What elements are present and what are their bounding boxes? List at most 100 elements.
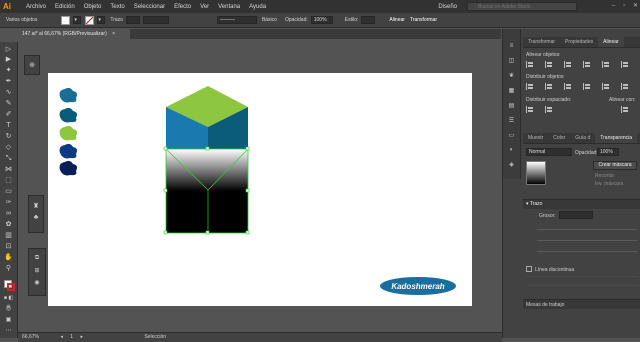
swatches-icon[interactable]: ▦ (503, 87, 520, 94)
type-tool-icon[interactable]: T (3, 121, 14, 130)
libraries-icon[interactable]: ⊕ (25, 56, 39, 76)
shape-builder-icon[interactable]: ⬚ (3, 176, 14, 185)
graphic-style-field[interactable] (361, 16, 376, 24)
stroke-swatch[interactable] (85, 15, 95, 25)
maximize-icon[interactable]: ▫ (620, 2, 629, 11)
pen-tool-icon[interactable]: ✒ (3, 77, 14, 86)
swatch-blob-1[interactable] (59, 87, 77, 103)
transform-link[interactable]: Transformar (410, 17, 437, 23)
fill-dropdown[interactable]: ▾ (73, 16, 82, 24)
tab-transparencia[interactable]: Transparencia (595, 133, 638, 143)
distribute-hcenter-icon[interactable] (602, 83, 610, 90)
cube-illustration[interactable] (163, 86, 250, 235)
menu-archivo[interactable]: Archivo (26, 4, 46, 10)
layers-panel-icon[interactable]: ◈ (503, 161, 520, 168)
transparency-panel-icon[interactable]: ◐ (503, 147, 520, 153)
magic-wand-icon[interactable]: ✦ (3, 66, 14, 75)
artboards-panel-header[interactable]: Mesas de trabajo (523, 299, 640, 309)
menu-objeto[interactable]: Objeto (84, 4, 102, 10)
swatch-blob-2[interactable] (59, 107, 77, 123)
draw-mode-icon[interactable]: ◎ (3, 305, 14, 314)
document-tab[interactable]: 147.ai* al 66,67% (RGB/Previsualizar) × (18, 29, 130, 39)
align-link[interactable]: Alinear (389, 17, 405, 23)
clubs-icon[interactable]: ♣ (29, 214, 43, 221)
tab-guia[interactable]: Guía d (570, 133, 595, 143)
align-to-selection-icon[interactable] (621, 106, 629, 113)
stroke-panel-header[interactable]: ▾ Trazo (523, 200, 640, 209)
paintbrush-icon[interactable]: ✎ (3, 99, 14, 108)
appearance-icon[interactable]: ◉ (29, 279, 45, 286)
eyedropper-icon[interactable]: ✑ (3, 198, 14, 207)
stock-search-input[interactable] (467, 2, 577, 11)
transparency-opacity-field[interactable]: 100% (597, 148, 619, 156)
scale-tool-icon[interactable]: ⤡ (3, 154, 14, 163)
gradient-tool-icon[interactable]: ▭ (3, 187, 14, 196)
zoom-level[interactable]: 66,67% (22, 334, 39, 340)
menu-seleccionar[interactable]: Seleccionar (134, 4, 165, 10)
menu-ver[interactable]: Ver (200, 4, 209, 10)
artboard[interactable]: Kadoshmerah (48, 73, 472, 306)
distribute-right-icon[interactable] (621, 83, 629, 90)
swatch-blob-5[interactable] (59, 160, 77, 176)
align-bottom-icon[interactable] (621, 61, 629, 68)
symbols-icon[interactable]: ♜ (29, 202, 43, 210)
brand-logo-ellipse[interactable]: Kadoshmerah (380, 277, 456, 295)
stroke-color-icon[interactable] (7, 283, 15, 291)
menu-edicion[interactable]: Edición (55, 4, 75, 10)
column-graph-icon[interactable]: ▥ (3, 231, 14, 240)
swatch-blob-4[interactable] (59, 143, 77, 159)
menu-ayuda[interactable]: Ayuda (249, 4, 266, 10)
workspace-switcher[interactable]: Diseño (438, 4, 457, 10)
opacity-mask-thumbnail[interactable] (526, 161, 546, 185)
distribute-vcenter-icon[interactable] (545, 83, 553, 90)
distribute-left-icon[interactable] (583, 83, 591, 90)
tab-propiedades[interactable]: Propiedades (560, 37, 598, 47)
width-tool-icon[interactable]: ⋈ (3, 165, 14, 174)
screen-mode-icon[interactable]: ▣ (3, 316, 14, 325)
blend-mode-select[interactable]: Normal (526, 148, 572, 156)
libraries-panel-icon[interactable]: ◫ (503, 57, 520, 64)
asset-export-icon[interactable]: ⊞ (29, 267, 45, 274)
tab-transformar[interactable]: Transformar (523, 37, 560, 47)
brushes-icon[interactable]: ❦ (503, 72, 520, 79)
layers-icon[interactable]: ⧉ (29, 255, 45, 262)
selection-tool-icon[interactable]: ▷ (3, 45, 14, 54)
tab-muestras[interactable]: Muestr (523, 133, 548, 143)
invert-mask-checkbox[interactable]: Inv. máscara (595, 181, 623, 187)
brush-style-label[interactable]: Básico (262, 17, 277, 23)
align-top-icon[interactable] (583, 61, 591, 68)
symbol-sprayer-icon[interactable]: ✿ (3, 220, 14, 229)
align-left-icon[interactable] (526, 61, 534, 68)
zoom-tool-icon[interactable]: ⚲ (3, 264, 14, 273)
rotate-tool-icon[interactable]: ↻ (3, 132, 14, 141)
space-horizontal-icon[interactable] (545, 106, 553, 113)
clip-checkbox[interactable]: Recortar (595, 173, 614, 179)
artboard-nav-next-icon[interactable]: ▸ (80, 334, 83, 340)
blob-brush-icon[interactable]: ✐ (3, 110, 14, 119)
close-window-icon[interactable]: ✕ (631, 2, 640, 11)
tab-color[interactable]: Color (548, 133, 570, 143)
eraser-icon[interactable]: ◇ (3, 143, 14, 152)
stroke-panel-icon[interactable]: ☰ (503, 117, 520, 124)
stroke-dropdown[interactable]: ▾ (97, 16, 106, 24)
artboard-nav-prev-icon[interactable]: ◂ (60, 334, 63, 340)
tab-alinear[interactable]: Alinear (598, 37, 624, 47)
blend-tool-icon[interactable]: ∞ (3, 209, 14, 218)
make-mask-button[interactable]: Crear máscara (593, 161, 637, 170)
stroke-weight-field[interactable] (125, 16, 140, 24)
align-vcenter-icon[interactable] (602, 61, 610, 68)
distribute-bottom-icon[interactable] (564, 83, 572, 90)
close-tab-icon[interactable]: × (112, 31, 115, 37)
direct-selection-icon[interactable]: ▶ (3, 55, 14, 64)
minimize-icon[interactable]: – (609, 2, 618, 11)
properties-icon[interactable]: ≡ (503, 43, 520, 49)
align-hcenter-icon[interactable] (545, 61, 553, 68)
artboard-tool-icon[interactable]: ⊡ (3, 242, 14, 251)
edit-toolbar-icon[interactable]: ⋯ (3, 327, 14, 336)
space-vertical-icon[interactable] (526, 106, 534, 113)
menu-efecto[interactable]: Efecto (174, 4, 191, 10)
align-right-icon[interactable] (564, 61, 572, 68)
distribute-top-icon[interactable] (526, 83, 534, 90)
artboard-number[interactable]: 1 (70, 334, 73, 340)
dashed-line-checkbox[interactable] (526, 266, 532, 272)
